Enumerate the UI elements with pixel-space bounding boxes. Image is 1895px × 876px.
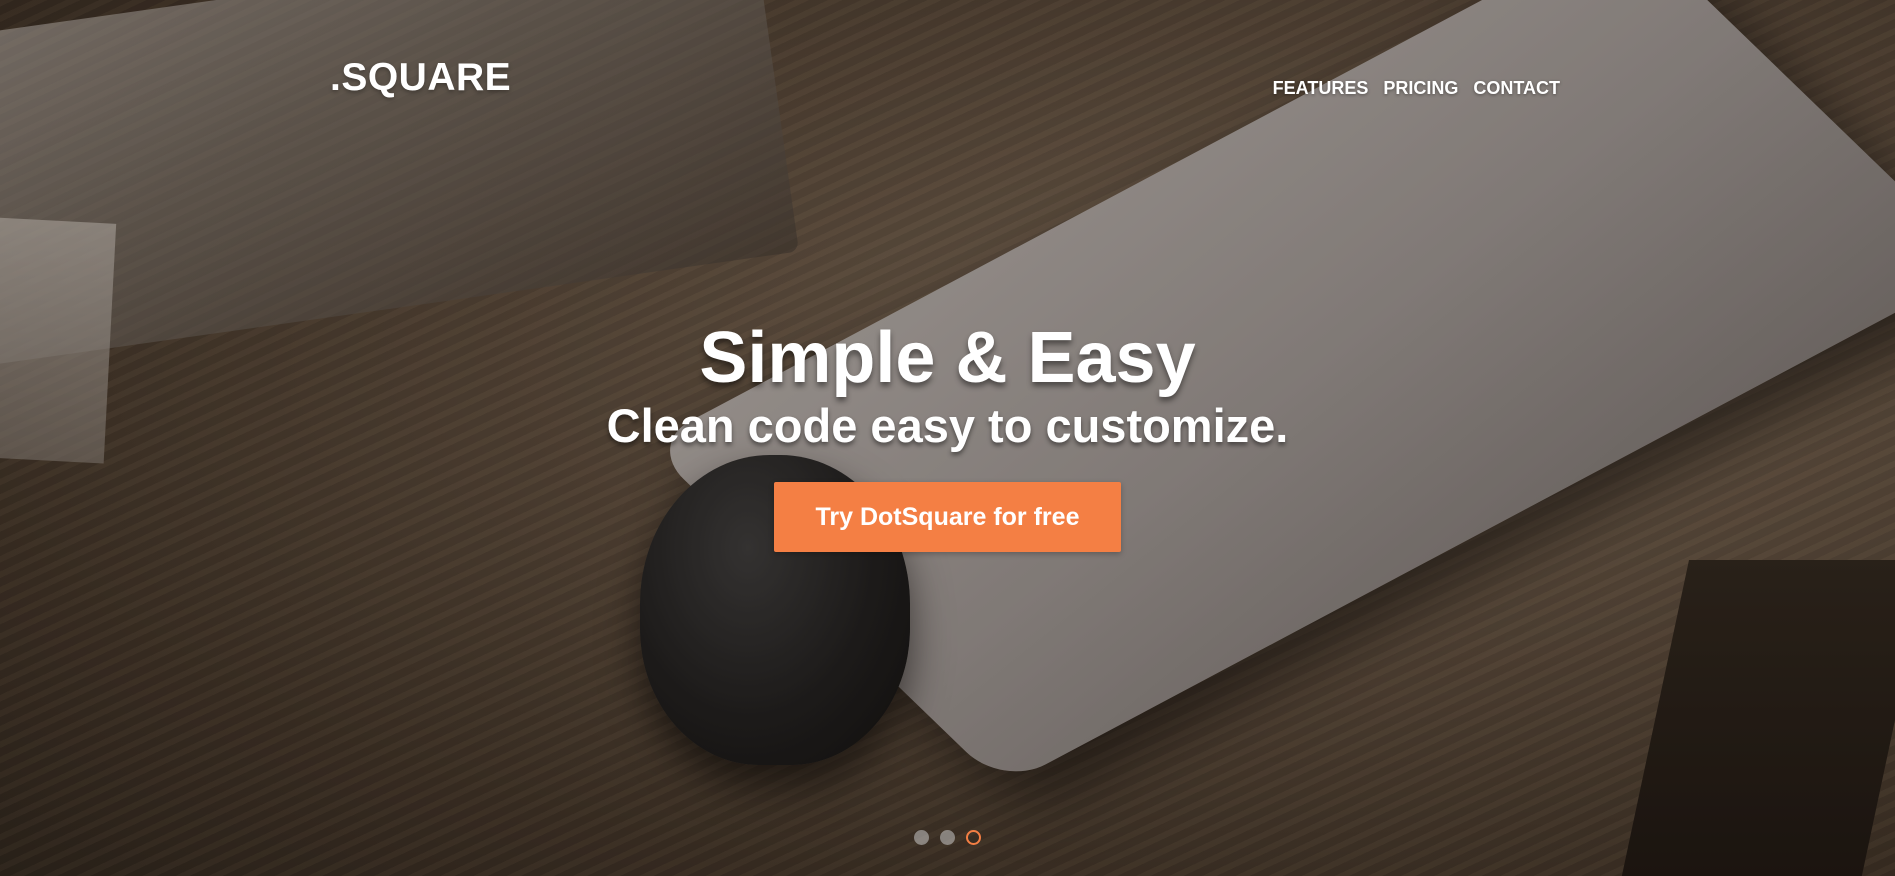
site-logo[interactable]: .SQUARE xyxy=(330,56,511,100)
hero-content: Simple & Easy Clean code easy to customi… xyxy=(0,322,1895,552)
slider-dots xyxy=(0,830,1895,845)
try-free-button[interactable]: Try DotSquare for free xyxy=(773,481,1122,552)
hero-subheadline: Clean code easy to customize. xyxy=(606,399,1289,452)
nav-item-pricing[interactable]: PRICING xyxy=(1383,78,1458,99)
nav-item-contact[interactable]: CONTACT xyxy=(1473,78,1560,99)
nav-item-features[interactable]: FEATURES xyxy=(1273,78,1369,99)
slider-dot-1[interactable] xyxy=(914,830,929,845)
main-nav: FEATURES PRICING CONTACT xyxy=(1273,78,1560,99)
hero-headline: Simple & Easy xyxy=(699,318,1196,398)
hero-section: .SQUARE FEATURES PRICING CONTACT Simple … xyxy=(0,0,1895,876)
slider-dot-3[interactable] xyxy=(966,830,981,845)
slider-dot-2[interactable] xyxy=(940,830,955,845)
